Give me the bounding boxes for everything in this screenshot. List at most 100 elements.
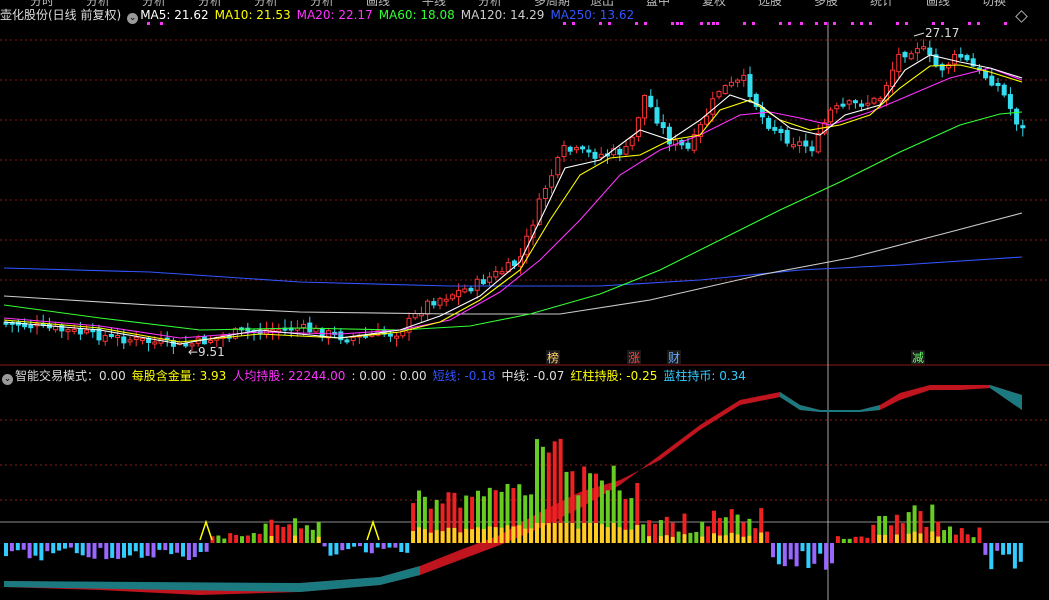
high-price-pointer [913, 32, 925, 37]
candle-body [115, 335, 121, 339]
candle-body [121, 336, 127, 344]
histogram-bar [405, 543, 410, 553]
histogram-bar [245, 535, 250, 543]
event-dot [905, 22, 908, 25]
candle-body [412, 313, 418, 319]
event-dot [1004, 22, 1007, 25]
histogram-bar [151, 543, 156, 558]
histogram-bar [39, 543, 44, 561]
candle-body [598, 153, 604, 158]
histogram-bar [912, 531, 917, 543]
candle-body [493, 270, 499, 278]
candle-body [301, 323, 307, 329]
indicator-legend-item: 短线: -0.18 [432, 369, 496, 383]
candle-body [815, 132, 821, 153]
histogram-bar [499, 527, 504, 543]
event-dot [860, 22, 863, 25]
candle-body [65, 329, 71, 333]
signal-peak-icon [199, 519, 213, 541]
histogram-bar [653, 523, 657, 543]
histogram-bar [959, 528, 964, 543]
histogram-bar [741, 536, 746, 543]
histogram-bar [570, 523, 575, 543]
event-dot [932, 22, 935, 25]
candle-body [952, 53, 958, 65]
histogram-bar [110, 543, 115, 558]
candle-body [654, 107, 660, 124]
event-dot [671, 22, 674, 25]
histogram-bar [304, 525, 309, 543]
candle-body [852, 100, 858, 104]
histogram-bar [712, 533, 716, 543]
candle-body [1001, 84, 1007, 96]
histogram-bar [918, 533, 923, 543]
candle-body [741, 74, 747, 81]
candle-body [617, 148, 623, 155]
histogram-bar [334, 543, 339, 555]
event-dot [788, 22, 791, 25]
histogram-bar [464, 528, 469, 543]
histogram-bar [122, 543, 126, 558]
candle-body [989, 75, 995, 86]
candle-body [635, 117, 641, 138]
event-dot [680, 22, 683, 25]
histogram-bar [369, 543, 374, 554]
candle-body [1007, 94, 1013, 109]
settings-icon[interactable]: ⌄ [127, 13, 139, 24]
candle-body [307, 322, 313, 333]
histogram-bar [511, 526, 516, 543]
histogram-bar [139, 543, 144, 558]
candle-body [108, 333, 114, 337]
histogram-bar [127, 543, 132, 556]
histogram-bar [234, 534, 239, 543]
indicator-legend: ⌄ 智能交易模式：0.00 每股含金量: 3.93 人均持股: 22244.00: 0… [0, 367, 758, 385]
histogram-bar [936, 536, 941, 543]
event-tag: 财 [668, 351, 680, 365]
histogram-bar [287, 524, 292, 543]
event-dot [800, 22, 803, 25]
candle-body [778, 128, 784, 133]
histogram-bar [33, 543, 38, 556]
histogram-bar [157, 543, 162, 550]
candle-body [536, 198, 542, 225]
event-dot [824, 22, 827, 25]
histogram-bar [9, 543, 14, 552]
histogram-bar [594, 523, 598, 543]
histogram-bar [322, 543, 327, 547]
histogram-bar [104, 543, 109, 560]
histogram-bar [417, 527, 421, 543]
histogram-bar [340, 543, 345, 551]
indicator-legend-item: : 0.00 [392, 369, 427, 383]
histogram-bar [788, 543, 793, 560]
chart-canvas[interactable]: 27.17 ←9.51 榜 涨 财 减 [0, 0, 1049, 600]
histogram-bar [753, 528, 758, 543]
histogram-bar [186, 543, 191, 561]
histogram-bar [871, 524, 876, 543]
histogram-bar [965, 534, 970, 543]
candle-body [468, 287, 474, 292]
candle-body [425, 300, 431, 315]
candle-body [648, 95, 654, 108]
event-dot [977, 22, 980, 25]
histogram-bar [546, 523, 551, 543]
candle-body [784, 129, 790, 144]
candle-body [449, 294, 455, 300]
histogram-bar [830, 543, 834, 564]
indicator-settings-icon[interactable]: ⌄ [2, 374, 13, 385]
histogram-bar [275, 524, 280, 543]
candle-body [983, 70, 989, 79]
candle-body [480, 279, 486, 285]
histogram-bar [440, 531, 445, 543]
histogram-bar [759, 532, 764, 543]
histogram-bar [505, 525, 510, 543]
histogram-bar [700, 536, 705, 543]
histogram-bar [251, 533, 256, 543]
histogram-bar [835, 536, 840, 543]
histogram-bar [865, 537, 870, 543]
event-dot [676, 22, 679, 25]
histogram-bar [51, 543, 56, 554]
event-dot [716, 22, 719, 25]
candle-body [387, 333, 393, 337]
candle-body [152, 341, 158, 345]
histogram-bar [877, 534, 882, 543]
